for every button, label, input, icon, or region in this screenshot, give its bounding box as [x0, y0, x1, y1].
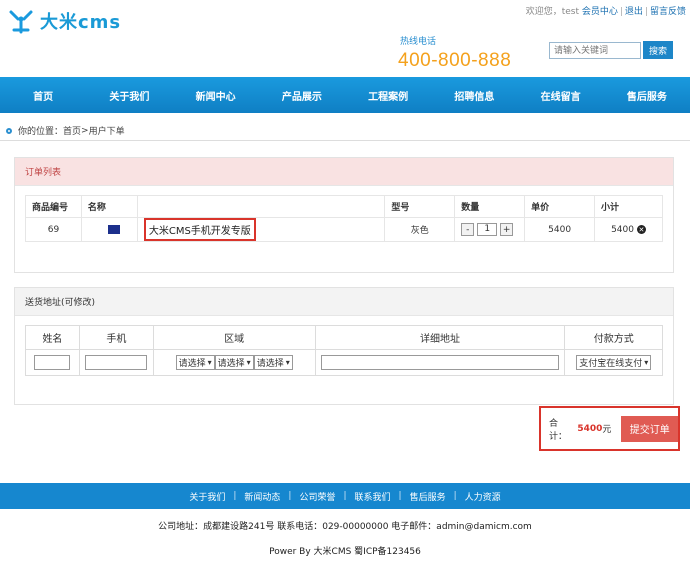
product-name-cell: 大米CMS手机开发专版	[136, 217, 386, 242]
city-select-value: 请选择	[217, 359, 245, 369]
hotline-number: 400-800-888	[398, 50, 512, 71]
logo-text: 大米cms	[40, 12, 122, 33]
product-thumbnail[interactable]	[107, 225, 120, 234]
district-select[interactable]: 请选择 ▾	[253, 355, 293, 370]
nav-item-message[interactable]: 在线留言	[518, 77, 604, 113]
footer-link-hr[interactable]: 人力资源	[465, 490, 501, 503]
footer-link-about[interactable]: 关于我们	[189, 490, 225, 503]
chevron-down-icon: ▾	[207, 358, 212, 367]
search-button[interactable]: 搜索	[643, 41, 673, 59]
total-currency: 元	[602, 425, 612, 435]
payment-cell: 支付宝在线支付 ▾	[564, 349, 663, 376]
top-links: 欢迎您，test 会员中心 | 退出 | 留言反馈	[525, 7, 686, 17]
col-product-id: 商品编号	[25, 195, 82, 218]
nav-item-news[interactable]: 新闻中心	[173, 77, 259, 113]
shipping-panel-title: 送货地址(可修改)	[15, 288, 673, 316]
table-row: 69 大米CMS手机开发专版 灰色 - 1 + 5400 5400 ✕	[25, 217, 663, 242]
breadcrumb-sep: >	[81, 125, 89, 136]
col-payment: 付款方式	[564, 325, 663, 350]
unit-price: 5400	[524, 217, 596, 242]
col-subtotal: 小计	[594, 195, 663, 218]
chevron-down-icon: ▾	[644, 358, 649, 367]
col-recipient-name: 姓名	[25, 325, 80, 350]
breadcrumb-label: 你的位置：	[18, 127, 64, 137]
chevron-down-icon: ▾	[285, 358, 290, 367]
search-input[interactable]	[549, 42, 641, 59]
nav-item-home[interactable]: 首页	[0, 77, 86, 113]
nav-item-service[interactable]: 售后服务	[604, 77, 690, 113]
footer-link-honors[interactable]: 公司荣誉	[299, 490, 335, 503]
order-table-header: 商品编号 名称 型号 数量 单价 小计	[25, 195, 663, 218]
increase-button[interactable]: +	[500, 223, 514, 236]
product-model: 灰色	[384, 217, 456, 242]
district-select-value: 请选择	[256, 359, 284, 369]
name-cell	[25, 349, 80, 376]
address-field[interactable]	[320, 355, 559, 370]
feedback-link[interactable]: 留言反馈	[650, 7, 686, 17]
col-quantity: 数量	[454, 195, 526, 218]
name-field[interactable]	[34, 355, 71, 370]
footer-link-contact[interactable]: 联系我们	[355, 490, 391, 503]
shipping-table: 姓名 手机 区域 详细地址 付款方式 请选择 ▾ 请选择 ▾ 请选择 ▾ 支付宝在线支付 ▾	[25, 325, 663, 376]
product-name-link[interactable]: 大米CMS手机开发专版	[143, 218, 256, 241]
shipping-form-row: 请选择 ▾ 请选择 ▾ 请选择 ▾ 支付宝在线支付 ▾	[25, 349, 663, 376]
subtotal-value: 5400	[611, 224, 634, 235]
footer-nav: 关于我们 | 新闻动态 | 公司荣誉 | 联系我们 | 售后服务 | 人力资源	[0, 483, 690, 509]
order-panel-title: 订单列表	[15, 158, 673, 186]
city-select[interactable]: 请选择 ▾	[214, 355, 254, 370]
shipping-table-header: 姓名 手机 区域 详细地址 付款方式	[25, 325, 663, 350]
breadcrumb-home[interactable]: 首页	[63, 124, 81, 137]
order-summary: 合计： 5400 元 提交订单	[539, 406, 680, 451]
product-id: 69	[25, 217, 82, 242]
logout-link[interactable]: 退出	[625, 7, 643, 17]
nav-item-jobs[interactable]: 招聘信息	[431, 77, 517, 113]
nav-item-cases[interactable]: 工程案例	[345, 77, 431, 113]
col-region: 区域	[152, 325, 316, 350]
main-nav: 首页 关于我们 新闻中心 产品展示 工程案例 招聘信息 在线留言 售后服务	[0, 77, 690, 113]
quantity-stepper: - 1 +	[461, 223, 524, 236]
remove-icon[interactable]: ✕	[636, 225, 646, 234]
region-cell: 请选择 ▾ 请选择 ▾ 请选择 ▾	[152, 349, 316, 376]
breadcrumb: 你的位置： 首页 > 用户下单	[0, 121, 690, 141]
col-name-ext	[136, 195, 386, 218]
logo-icon	[9, 10, 33, 34]
nav-item-about[interactable]: 关于我们	[86, 77, 172, 113]
phone-field[interactable]	[85, 355, 148, 370]
total-label: 合计：	[549, 418, 568, 442]
footer-link-service[interactable]: 售后服务	[410, 490, 446, 503]
col-model: 型号	[384, 195, 456, 218]
phone-cell	[78, 349, 154, 376]
col-address: 详细地址	[314, 325, 566, 350]
col-unit-price: 单价	[524, 195, 596, 218]
footer-link-news[interactable]: 新闻动态	[244, 490, 280, 503]
payment-select[interactable]: 支付宝在线支付 ▾	[576, 355, 652, 370]
nav-item-products[interactable]: 产品展示	[259, 77, 345, 113]
footer-powered-by: Power By 大米CMS 蜀ICP备123456	[269, 547, 421, 557]
submit-order-button[interactable]: 提交订单	[621, 415, 678, 442]
total-amount: 5400	[577, 423, 603, 434]
footer-address: 公司地址：成都建设路241号 联系电话：029-00000000 电子邮件：ad…	[158, 522, 532, 532]
member-center-link[interactable]: 会员中心	[582, 7, 618, 17]
location-dot-icon	[6, 127, 12, 134]
subtotal-cell: 5400 ✕	[594, 217, 663, 242]
col-phone: 手机	[78, 325, 154, 350]
hotline-label: 热线电话	[400, 37, 437, 47]
order-table: 商品编号 名称 型号 数量 单价 小计 69 大米CMS手机开发专版 灰色 - …	[25, 195, 663, 242]
decrease-button[interactable]: -	[461, 223, 475, 236]
quantity-input[interactable]: 1	[477, 223, 498, 236]
shipping-panel: 送货地址(可修改) 姓名 手机 区域 详细地址 付款方式 请选择 ▾ 请选择 ▾ 请选择…	[14, 287, 674, 405]
site-logo[interactable]: 大米cms	[8, 8, 121, 34]
province-select-value: 请选择	[178, 359, 206, 369]
order-panel: 订单列表 商品编号 名称 型号 数量 单价 小计 69 大米CMS手机开发专版 …	[14, 157, 674, 273]
payment-select-value: 支付宝在线支付	[579, 359, 643, 369]
breadcrumb-current: 用户下单	[88, 127, 125, 137]
address-cell	[314, 349, 566, 376]
welcome-text: 欢迎您，test	[525, 7, 579, 17]
province-select[interactable]: 请选择 ▾	[175, 355, 215, 370]
quantity-cell: - 1 +	[454, 217, 526, 242]
chevron-down-icon: ▾	[246, 358, 251, 367]
product-thumb-cell	[80, 217, 138, 242]
col-name: 名称	[80, 195, 138, 218]
